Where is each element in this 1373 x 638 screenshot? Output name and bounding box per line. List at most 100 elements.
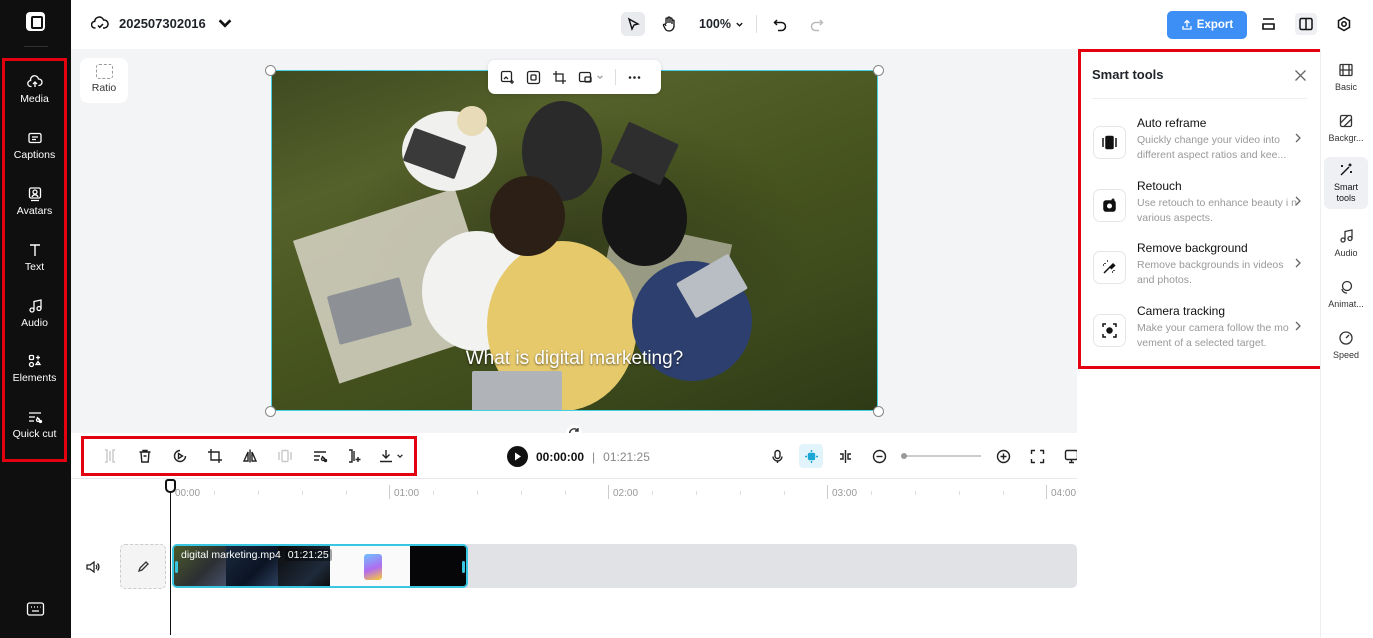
app-logo[interactable] <box>26 12 45 31</box>
rail-item-captions[interactable]: Captions <box>5 130 64 162</box>
resize-handle[interactable] <box>265 406 276 417</box>
rail-item-audio[interactable]: Audio <box>5 298 64 330</box>
ruler-tick <box>740 491 741 495</box>
crop-icon[interactable] <box>552 70 567 85</box>
rail-tab-background[interactable]: Backgr... <box>1324 108 1368 149</box>
keyboard-icon[interactable] <box>26 601 45 617</box>
smart-tool-retouch[interactable]: Retouch Use retouch to enhance beauty i … <box>1092 179 1312 235</box>
close-icon[interactable] <box>1294 69 1307 82</box>
more-icon[interactable] <box>627 70 642 85</box>
rail-item-media[interactable]: Media <box>5 74 64 106</box>
rail-tab-animation[interactable]: Animat... <box>1324 274 1368 315</box>
microphone-icon <box>771 449 783 463</box>
split-view-button[interactable] <box>833 444 857 468</box>
rail-item-elements[interactable]: Elements <box>5 353 64 385</box>
rail-item-label: Quick cut <box>12 428 57 440</box>
ruler-tick <box>565 491 566 495</box>
layout-toggle-button[interactable] <box>1295 13 1317 35</box>
canvas-floating-toolbar <box>488 60 661 94</box>
toolbar-divider <box>755 15 757 33</box>
magic-wand-icon <box>1340 163 1352 176</box>
captions-icon <box>27 132 42 144</box>
ratio-button[interactable]: Ratio <box>80 58 128 103</box>
resize-handle[interactable] <box>873 65 884 76</box>
chevron-right-icon <box>1295 321 1301 331</box>
ruler-tick <box>521 491 522 495</box>
video-preview[interactable]: What is digital marketing? <box>271 70 878 411</box>
speed-ramp-button[interactable] <box>162 444 197 468</box>
trim-add-icon <box>348 449 360 463</box>
ruler-tick <box>959 491 960 495</box>
time-ruler[interactable]: 00:00 01:00 02:00 03:00 04:00 <box>71 479 1077 503</box>
smart-tool-auto-reframe[interactable]: Auto reframe Quickly change your video i… <box>1092 116 1312 172</box>
rail-item-quick-cut[interactable]: Quick cut <box>5 409 64 441</box>
video-caption[interactable]: What is digital marketing? <box>272 348 877 370</box>
rail-tab-audio[interactable]: Audio <box>1324 223 1368 264</box>
smart-tool-camera-tracking[interactable]: Camera tracking Make your camera follow … <box>1092 304 1312 360</box>
chevron-down-icon[interactable] <box>596 73 604 81</box>
layers-button[interactable] <box>1257 13 1279 35</box>
hand-tool-button[interactable] <box>657 12 681 36</box>
flip-button[interactable] <box>232 444 267 468</box>
picture-in-picture-icon[interactable] <box>578 70 593 85</box>
download-button[interactable] <box>372 444 410 468</box>
split-button[interactable] <box>92 444 127 468</box>
ruler-label: 04:00 <box>1051 488 1077 499</box>
rail-item-avatars[interactable]: Avatars <box>5 186 64 218</box>
clip-trim-handle-left[interactable] <box>175 561 178 573</box>
export-button[interactable]: Export <box>1167 11 1247 39</box>
add-marker-button[interactable] <box>337 444 372 468</box>
zoom-select[interactable]: 100% <box>699 17 744 31</box>
rail-item-text[interactable]: Text <box>5 242 64 274</box>
trash-icon <box>139 449 150 463</box>
undo-button[interactable] <box>769 12 793 36</box>
zoom-slider-thumb[interactable] <box>901 453 907 459</box>
tool-description: Remove backgrounds in videos and photos. <box>1137 259 1284 287</box>
freeze-button[interactable] <box>267 444 302 468</box>
undo-icon <box>773 18 787 31</box>
redo-icon <box>811 18 825 31</box>
clip-trim-handle-right[interactable] <box>462 561 465 573</box>
rail-tab-basic[interactable]: Basic <box>1324 57 1368 98</box>
rail-tab-smart-tools[interactable]: Smart tools <box>1324 157 1368 209</box>
speaker-icon[interactable] <box>85 559 101 575</box>
snap-icon <box>804 449 818 463</box>
track-edit-button[interactable] <box>120 544 166 589</box>
delete-button[interactable] <box>127 444 162 468</box>
zoom-out-button[interactable] <box>867 444 891 468</box>
zoom-slider[interactable] <box>901 453 981 459</box>
panel-divider <box>1092 98 1307 99</box>
quick-cut-button[interactable] <box>302 444 337 468</box>
crop-button[interactable] <box>197 444 232 468</box>
playhead-handle[interactable] <box>165 479 176 493</box>
select-tool-button[interactable] <box>621 12 645 36</box>
redo-button[interactable] <box>805 12 829 36</box>
settings-button[interactable] <box>1333 13 1355 35</box>
project-name: 202507302016 <box>119 15 206 31</box>
clip-thumbnail <box>410 546 466 586</box>
focus-icon[interactable] <box>526 70 541 85</box>
rail-tab-label: Audio <box>1334 248 1358 258</box>
left-rail: Media Captions Avatars Text Audio Elemen… <box>0 0 71 638</box>
text-icon <box>29 244 40 256</box>
ruler-label: 00:00 <box>175 488 201 499</box>
rail-tab-speed[interactable]: Speed <box>1324 325 1368 366</box>
video-clip[interactable]: digital marketing.mp4 01:21:25 <box>172 544 468 588</box>
fit-timeline-button[interactable] <box>1025 444 1049 468</box>
resize-handle[interactable] <box>873 406 884 417</box>
clip-thumbnail <box>330 546 410 586</box>
zoom-in-button[interactable] <box>991 444 1015 468</box>
timeline[interactable]: 00:00 01:00 02:00 03:00 04:00 digital ma… <box>71 479 1077 638</box>
magnet-snap-button[interactable] <box>799 444 823 468</box>
smart-tool-remove-background[interactable]: Remove background Remove backgrounds in … <box>1092 241 1312 297</box>
resize-handle[interactable] <box>265 65 276 76</box>
music-note-icon <box>28 299 42 313</box>
record-voice-button[interactable] <box>765 444 789 468</box>
rail-item-label: Avatars <box>16 205 53 217</box>
crop-icon <box>207 449 222 463</box>
project-menu[interactable]: 202507302016 <box>91 14 234 32</box>
play-button[interactable] <box>507 446 528 467</box>
avatar-icon <box>28 187 41 202</box>
ruler-tick <box>608 485 609 499</box>
replace-media-icon[interactable] <box>500 70 515 85</box>
